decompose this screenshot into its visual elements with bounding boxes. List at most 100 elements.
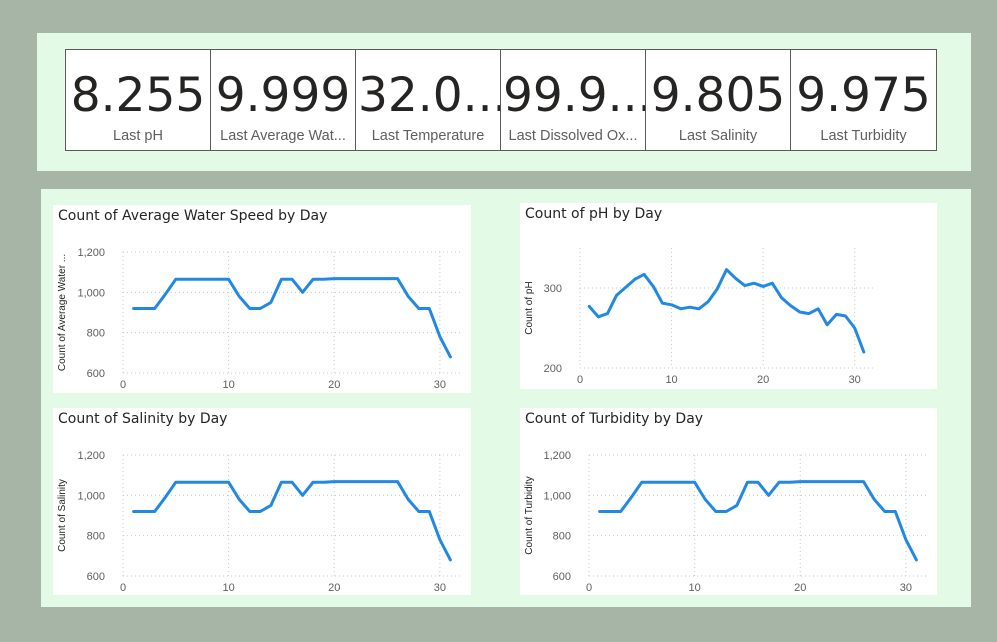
data-point[interactable] [606, 312, 610, 316]
data-point[interactable] [269, 300, 273, 304]
data-point[interactable] [660, 301, 664, 305]
data-point[interactable] [819, 480, 823, 484]
data-point[interactable] [672, 480, 676, 484]
chart-turbidity[interactable]: Count of Turbidity by Day 600 800 1,000 1,2… [520, 408, 937, 595]
data-point[interactable] [385, 480, 389, 484]
series-line[interactable] [132, 277, 452, 359]
data-point[interactable] [195, 480, 199, 484]
data-point[interactable] [624, 285, 628, 289]
data-point[interactable] [227, 277, 231, 281]
data-point[interactable] [132, 307, 136, 311]
data-point[interactable] [206, 277, 210, 281]
card-last-average-water-speed[interactable]: 9.999 Last Average Wat... [211, 50, 356, 150]
card-last-salinity[interactable]: 9.805 Last Salinity [646, 50, 791, 150]
data-point[interactable] [174, 277, 178, 281]
data-point[interactable] [353, 277, 357, 281]
data-point[interactable] [770, 281, 774, 285]
series-line[interactable] [587, 268, 866, 354]
data-point[interactable] [587, 304, 591, 308]
data-point[interactable] [248, 307, 252, 311]
data-point[interactable] [767, 493, 771, 497]
data-point[interactable] [332, 480, 336, 484]
data-point[interactable] [862, 480, 866, 484]
data-point[interactable] [237, 294, 241, 298]
data-point[interactable] [844, 314, 848, 318]
data-point[interactable] [670, 303, 674, 307]
data-point[interactable] [237, 497, 241, 501]
data-point[interactable] [406, 497, 410, 501]
data-point[interactable] [752, 281, 756, 285]
data-point[interactable] [872, 497, 876, 501]
data-point[interactable] [132, 510, 136, 514]
data-point[interactable] [851, 480, 855, 484]
data-point[interactable] [642, 272, 646, 276]
data-point[interactable] [816, 307, 820, 311]
data-point[interactable] [375, 277, 379, 281]
data-point[interactable] [332, 277, 336, 281]
data-point[interactable] [862, 350, 866, 354]
data-point[interactable] [725, 268, 729, 272]
data-point[interactable] [853, 326, 857, 330]
data-point[interactable] [809, 480, 813, 484]
data-point[interactable] [153, 510, 157, 514]
data-point[interactable] [311, 277, 315, 281]
data-point[interactable] [279, 480, 283, 484]
data-point[interactable] [227, 480, 231, 484]
data-point[interactable] [269, 503, 273, 507]
data-point[interactable] [184, 480, 188, 484]
data-point[interactable] [279, 277, 283, 281]
data-point[interactable] [706, 300, 710, 304]
chart-water-speed[interactable]: Count of Average Water Speed by Day 600 8… [53, 205, 471, 393]
data-point[interactable] [807, 312, 811, 316]
series-line[interactable] [132, 480, 452, 562]
card-last-ph[interactable]: 8.255 Last pH [66, 50, 211, 150]
series-line[interactable] [598, 480, 918, 562]
data-point[interactable] [688, 305, 692, 309]
data-point[interactable] [163, 495, 167, 499]
data-point[interactable] [682, 480, 686, 484]
data-point[interactable] [619, 510, 623, 514]
data-point[interactable] [343, 480, 347, 484]
data-point[interactable] [195, 277, 199, 281]
card-last-temperature[interactable]: 32.0... Last Temperature [356, 50, 501, 150]
data-point[interactable] [417, 510, 421, 514]
data-point[interactable] [153, 307, 157, 311]
data-point[interactable] [596, 315, 600, 319]
data-point[interactable] [893, 510, 897, 514]
data-point[interactable] [375, 480, 379, 484]
data-point[interactable] [715, 287, 719, 291]
card-last-dissolved-oxygen[interactable]: 99.9... Last Dissolved Ox... [501, 50, 646, 150]
data-point[interactable] [353, 480, 357, 484]
data-point[interactable] [142, 307, 146, 311]
data-point[interactable] [756, 480, 760, 484]
data-point[interactable] [216, 277, 220, 281]
data-point[interactable] [761, 284, 765, 288]
data-point[interactable] [301, 493, 305, 497]
data-point[interactable] [777, 480, 781, 484]
data-point[interactable] [322, 277, 326, 281]
data-point[interactable] [798, 480, 802, 484]
data-point[interactable] [743, 284, 747, 288]
data-point[interactable] [385, 277, 389, 281]
data-point[interactable] [290, 277, 294, 281]
data-point[interactable] [714, 510, 718, 514]
data-point[interactable] [301, 290, 305, 294]
data-point[interactable] [883, 510, 887, 514]
data-point[interactable] [311, 480, 315, 484]
data-point[interactable] [679, 307, 683, 311]
data-point[interactable] [615, 293, 619, 297]
data-point[interactable] [598, 510, 602, 514]
data-point[interactable] [608, 510, 612, 514]
data-point[interactable] [364, 277, 368, 281]
data-point[interactable] [834, 312, 838, 316]
data-point[interactable] [406, 294, 410, 298]
data-point[interactable] [650, 480, 654, 484]
data-point[interactable] [914, 558, 918, 562]
chart-salinity[interactable]: Count of Salinity by Day 600 800 1,000 1,20… [53, 408, 471, 595]
data-point[interactable] [184, 277, 188, 281]
data-point[interactable] [438, 335, 442, 339]
data-point[interactable] [258, 307, 262, 311]
data-point[interactable] [290, 480, 294, 484]
data-point[interactable] [248, 510, 252, 514]
data-point[interactable] [448, 558, 452, 562]
